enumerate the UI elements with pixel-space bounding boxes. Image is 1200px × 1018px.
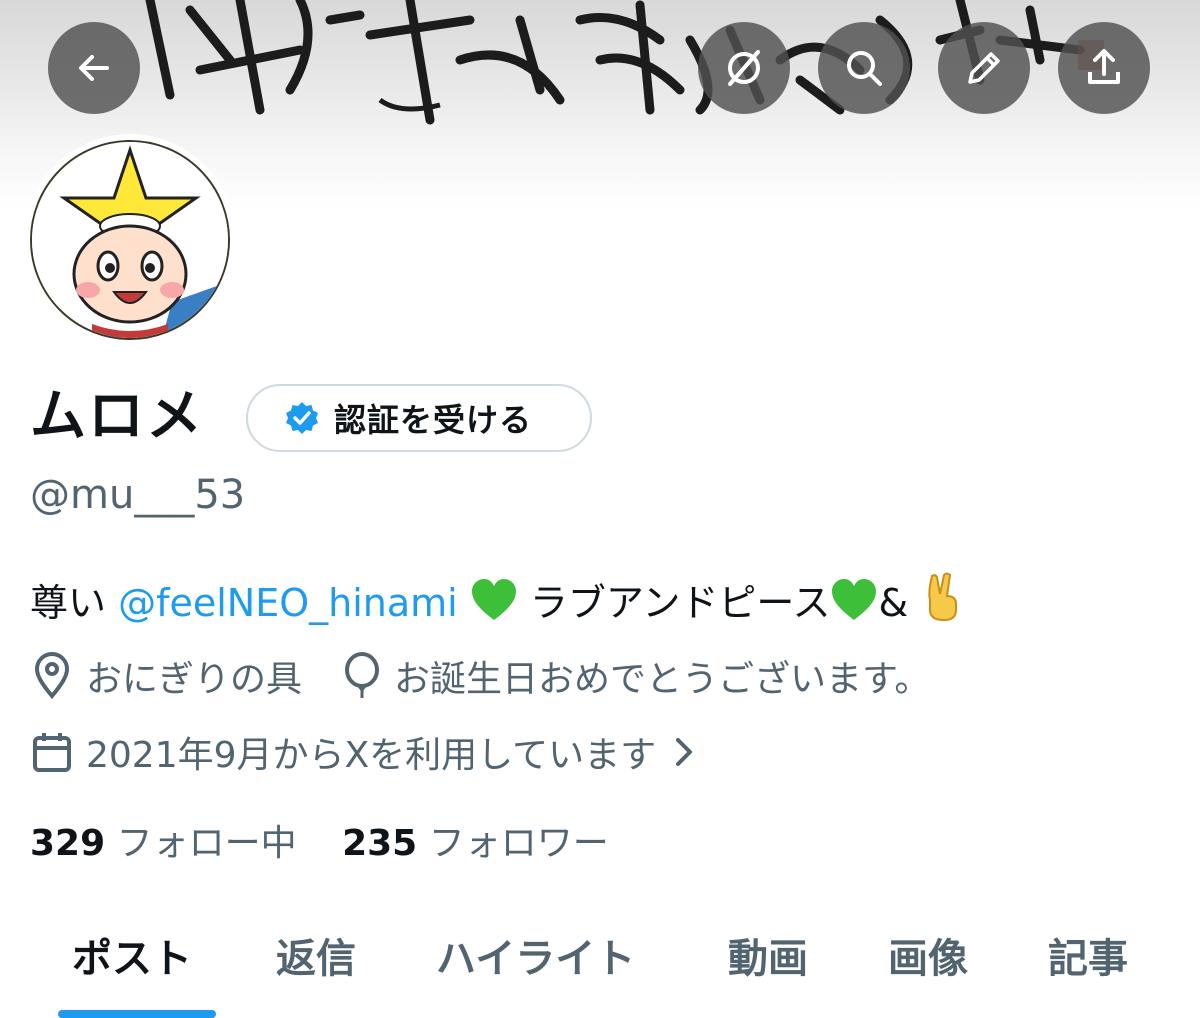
share-icon bbox=[1088, 49, 1120, 84]
tab-images[interactable]: 画像 bbox=[888, 926, 968, 984]
chevron-right-icon bbox=[672, 736, 696, 768]
tab-videos[interactable]: 動画 bbox=[728, 926, 808, 984]
birthday-text: お誕生日おめでとうございます。 bbox=[394, 659, 931, 700]
profile-tabs: ポスト 返信 ハイライト 動画 画像 記事 bbox=[0, 900, 1200, 1018]
bio-prefix: 尊い bbox=[30, 581, 119, 625]
search-icon bbox=[847, 51, 882, 86]
tab-posts[interactable]: ポスト bbox=[72, 926, 192, 984]
green-heart-emoji-icon bbox=[830, 578, 878, 635]
following-link[interactable]: 329 フォロー中 bbox=[30, 823, 297, 864]
balloon-icon bbox=[342, 652, 382, 700]
location-text: おにぎりの具 bbox=[86, 659, 303, 700]
location-pin-icon bbox=[30, 652, 74, 700]
joined-row[interactable]: 2021年9月からXを利用しています bbox=[30, 726, 708, 778]
get-verified-label: 認証を受ける bbox=[334, 401, 533, 439]
followers-label: フォロワー bbox=[428, 823, 609, 864]
tab-articles[interactable]: 記事 bbox=[1048, 926, 1128, 984]
user-handle: @mu___53 bbox=[30, 472, 246, 518]
display-name: ムロメ bbox=[30, 384, 204, 449]
get-verified-button[interactable]: 認証を受ける bbox=[246, 384, 592, 452]
active-tab-indicator bbox=[58, 1010, 216, 1018]
verified-badge-icon bbox=[286, 402, 318, 434]
back-button[interactable] bbox=[48, 22, 140, 114]
tab-highlights[interactable]: ハイライト bbox=[436, 926, 635, 984]
bio-middle: ラブアンドピース bbox=[517, 581, 831, 625]
following-count: 329 bbox=[30, 823, 106, 864]
followers-count: 235 bbox=[342, 823, 418, 864]
profile-bio: 尊い @feelNEO_hinami ラブアンドピース & bbox=[30, 572, 964, 635]
share-button[interactable] bbox=[1058, 22, 1150, 114]
translate-button[interactable] bbox=[698, 22, 790, 114]
search-button[interactable] bbox=[818, 22, 910, 114]
followers-link[interactable]: 235 フォロワー bbox=[342, 823, 609, 864]
joined-text: 2021年9月からXを利用しています bbox=[86, 735, 657, 776]
bio-ampersand: & bbox=[878, 581, 909, 625]
tab-replies[interactable]: 返信 bbox=[276, 926, 356, 984]
edit-button[interactable] bbox=[938, 22, 1030, 114]
green-heart-emoji-icon bbox=[470, 578, 518, 635]
bio-mention-link[interactable]: @feelNEO_hinami bbox=[118, 581, 458, 625]
calendar-icon bbox=[30, 730, 74, 774]
profile-meta-row: おにぎりの具 お誕生日おめでとうございます。 bbox=[30, 650, 930, 702]
profile-avatar[interactable] bbox=[24, 134, 236, 346]
pencil-icon bbox=[968, 52, 1000, 84]
following-label: フォロー中 bbox=[116, 823, 297, 864]
arrow-left-icon bbox=[79, 55, 109, 81]
mascot-avatar-image bbox=[32, 142, 228, 338]
follow-stats: 329 フォロー中 235 フォロワー bbox=[30, 814, 609, 866]
victory-hand-emoji-icon bbox=[920, 572, 964, 635]
circle-slash-icon bbox=[728, 50, 760, 86]
